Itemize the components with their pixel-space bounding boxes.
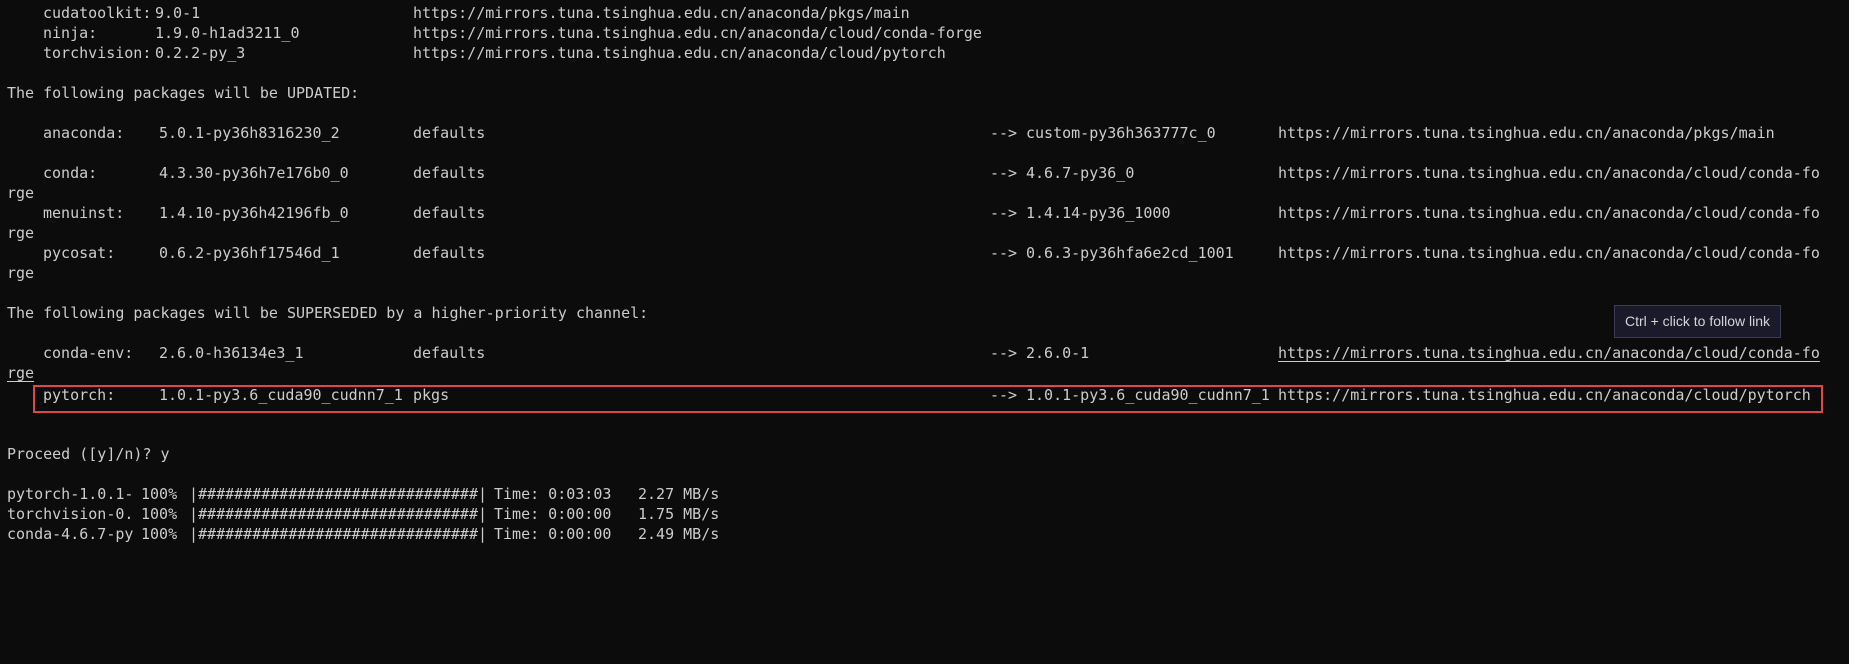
superseded-package-row-highlighted: pytorch: 1.0.1-py3.6_cuda90_cudnn7_1 pkg…	[0, 385, 1811, 405]
channel-link[interactable]: https://mirrors.tuna.tsinghua.edu.cn/ana…	[413, 43, 946, 63]
arrow: -->	[990, 204, 1018, 222]
package-name: conda-env:	[43, 344, 134, 362]
package-name: pycosat:	[43, 244, 116, 262]
arrow: -->	[990, 244, 1018, 262]
package-name: cudatoolkit:	[43, 4, 152, 22]
download-time: Time: 0:00:00	[494, 525, 612, 543]
channel-link[interactable]: https://mirrors.tuna.tsinghua.edu.cn/ana…	[413, 23, 982, 43]
download-time: Time: 0:00:00	[494, 505, 612, 523]
new-version: 0.6.3-py36hfa6e2cd_1001	[1026, 244, 1234, 262]
updated-package-row: anaconda: 5.0.1-py36h8316230_2 defaults …	[0, 123, 1775, 143]
old-channel: defaults	[413, 164, 486, 182]
updated-section-header: The following packages will be UPDATED:	[7, 84, 360, 102]
old-channel: defaults	[413, 204, 486, 222]
old-channel: defaults	[413, 124, 486, 142]
download-speed: 2.27 MB/s	[638, 485, 720, 503]
package-name: ninja:	[43, 24, 98, 42]
download-progress-row: conda-4.6.7-py 100% |###################…	[0, 524, 719, 544]
top-package-row: ninja: 1.9.0-h1ad3211_0 https://mirrors.…	[0, 23, 982, 43]
download-speed: 2.49 MB/s	[638, 525, 720, 543]
top-package-row: torchvision: 0.2.2-py_3 https://mirrors.…	[0, 43, 946, 63]
download-name: conda-4.6.7-py	[7, 525, 134, 543]
arrow: -->	[990, 124, 1018, 142]
new-version: 1.4.14-py36_1000	[1026, 204, 1171, 222]
channel-link[interactable]: https://mirrors.tuna.tsinghua.edu.cn/ana…	[1278, 243, 1820, 263]
channel-link-hovered[interactable]: https://mirrors.tuna.tsinghua.edu.cn/ana…	[1278, 343, 1820, 363]
download-progress-row: pytorch-1.0.1- 100% |###################…	[0, 484, 719, 504]
old-version: 4.3.30-py36h7e176b0_0	[159, 164, 349, 182]
link-tooltip: Ctrl + click to follow link	[1614, 305, 1781, 338]
old-channel: defaults	[413, 244, 486, 262]
progress-bar: |###############################|	[189, 525, 488, 543]
superseded-section-header: The following packages will be SUPERSEDE…	[7, 304, 649, 322]
channel-link[interactable]: https://mirrors.tuna.tsinghua.edu.cn/ana…	[1278, 203, 1820, 223]
package-version: 0.2.2-py_3	[155, 44, 246, 62]
download-time: Time: 0:03:03	[494, 485, 612, 503]
top-package-row-cols: 9.0-1 https://mirrors.tuna.tsinghua.edu.…	[0, 3, 910, 23]
old-version: 1.0.1-py3.6_cuda90_cudnn7_1	[159, 386, 403, 404]
updated-package-row: menuinst: 1.4.10-py36h42196fb_0 defaults…	[0, 203, 1820, 223]
superseded-package-row: conda-env: 2.6.0-h36134e3_1 defaults -->…	[0, 343, 1820, 363]
arrow: -->	[990, 386, 1018, 404]
old-version: 2.6.0-h36134e3_1	[159, 344, 304, 362]
old-version: 0.6.2-py36hf17546d_1	[159, 244, 340, 262]
package-name: menuinst:	[43, 204, 125, 222]
old-version: 1.4.10-py36h42196fb_0	[159, 204, 349, 222]
channel-link[interactable]: https://mirrors.tuna.tsinghua.edu.cn/ana…	[1278, 385, 1811, 405]
package-name: torchvision:	[43, 44, 152, 62]
download-speed: 1.75 MB/s	[638, 505, 720, 523]
proceed-prompt: Proceed ([y]/n)? y	[7, 445, 170, 463]
download-name: torchvision-0.	[7, 505, 134, 523]
package-version: 1.9.0-h1ad3211_0	[155, 24, 300, 42]
new-version: custom-py36h363777c_0	[1026, 124, 1216, 142]
package-name: pytorch:	[43, 386, 116, 404]
download-progress-row: torchvision-0. 100% |###################…	[0, 504, 719, 524]
new-version: 2.6.0-1	[1026, 344, 1090, 362]
wrapped-link-tail[interactable]: rge	[7, 223, 34, 243]
arrow: -->	[990, 164, 1018, 182]
wrapped-link-tail[interactable]: rge	[7, 263, 34, 283]
channel-link[interactable]: https://mirrors.tuna.tsinghua.edu.cn/ana…	[1278, 163, 1820, 183]
new-version: 1.0.1-py3.6_cuda90_cudnn7_1	[1026, 386, 1270, 404]
arrow: -->	[990, 344, 1018, 362]
updated-package-row: pycosat: 0.6.2-py36hf17546d_1 defaults -…	[0, 243, 1820, 263]
progress-bar: |###############################|	[189, 485, 488, 503]
package-name: anaconda:	[43, 124, 125, 142]
progress-bar: |###############################|	[189, 505, 488, 523]
new-version: 4.6.7-py36_0	[1026, 164, 1135, 182]
updated-package-row: conda: 4.3.30-py36h7e176b0_0 defaults --…	[0, 163, 1820, 183]
old-channel: defaults	[413, 344, 486, 362]
download-percent: 100%	[141, 485, 178, 503]
old-version: 5.0.1-py36h8316230_2	[159, 124, 340, 142]
wrapped-link-tail[interactable]: rge	[7, 183, 34, 203]
package-version: 9.0-1	[155, 4, 201, 22]
channel-link[interactable]: https://mirrors.tuna.tsinghua.edu.cn/ana…	[413, 3, 910, 23]
download-percent: 100%	[141, 505, 178, 523]
wrapped-link-tail-hovered[interactable]: rge	[7, 363, 34, 383]
download-name: pytorch-1.0.1-	[7, 485, 134, 503]
terminal-window[interactable]: cudatoolkit: 9.0-1 https://mirrors.tuna.…	[0, 0, 1849, 546]
channel-link[interactable]: https://mirrors.tuna.tsinghua.edu.cn/ana…	[1278, 123, 1775, 143]
package-name: conda:	[43, 164, 98, 182]
old-channel: pkgs	[413, 386, 450, 404]
download-percent: 100%	[141, 525, 178, 543]
